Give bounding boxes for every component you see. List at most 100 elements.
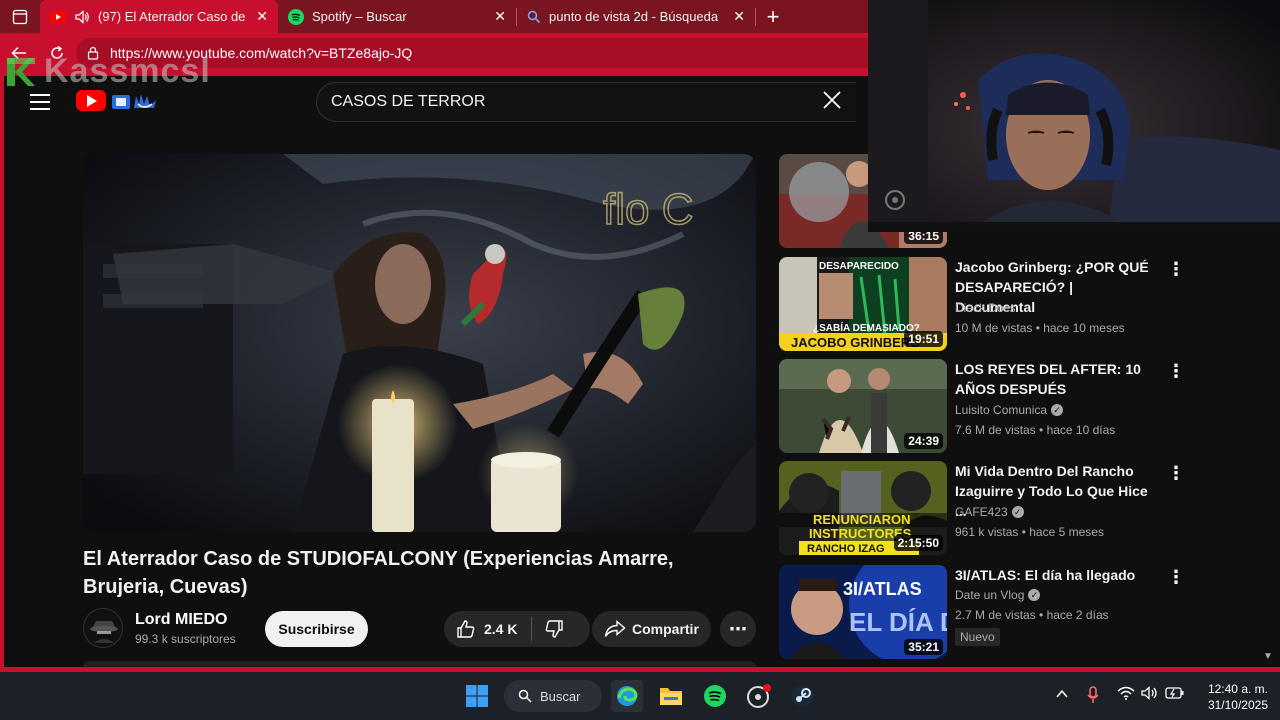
tab-actions-button[interactable] bbox=[0, 0, 40, 33]
verified-icon: ✓ bbox=[1011, 506, 1024, 518]
webcam-overlay bbox=[868, 0, 1280, 232]
video-thumbnail[interactable]: 24:39 bbox=[779, 359, 947, 453]
volume-icon[interactable] bbox=[1141, 686, 1159, 703]
more-vertical-icon[interactable]: ⋮ bbox=[1167, 567, 1185, 588]
tab-spotify[interactable]: Spotify – Buscar ✕ bbox=[278, 0, 516, 33]
video-thumbnail[interactable]: 3I/ATLAS EL DÍA D 35:21 bbox=[779, 565, 947, 659]
taskbar-file-explorer[interactable] bbox=[655, 680, 687, 712]
thumbs-up-icon bbox=[457, 620, 475, 638]
like-count: 2.4 K bbox=[484, 621, 518, 637]
taskbar-chat-app[interactable] bbox=[743, 680, 775, 712]
watermark-text: Kassmcsl bbox=[44, 52, 211, 90]
obs-icon bbox=[747, 684, 771, 708]
video-duration: 24:39 bbox=[904, 433, 943, 449]
video-duration: 19:51 bbox=[904, 331, 943, 347]
chevron-up-icon[interactable] bbox=[1056, 686, 1068, 702]
watermark-logo bbox=[7, 57, 35, 86]
search-icon bbox=[527, 10, 541, 23]
desktop-screen: { "browser": { "tabs": [ {"title": "(97)… bbox=[0, 0, 1280, 720]
thumbnail-text: RENUNCIARON bbox=[813, 512, 911, 527]
scroll-down-icon[interactable]: ▼ bbox=[1263, 651, 1273, 662]
youtube-icon bbox=[50, 10, 66, 23]
more-vertical-icon[interactable]: ⋮ bbox=[1167, 361, 1185, 382]
video-frame: flo C bbox=[83, 154, 756, 532]
taskbar-edge[interactable] bbox=[611, 680, 643, 712]
taskbar-search[interactable]: Buscar bbox=[504, 680, 602, 712]
recommendation-item[interactable]: 24:39 LOS REYES DEL AFTER: 10 AÑOS DESPU… bbox=[779, 359, 1199, 453]
speaker-icon[interactable] bbox=[74, 9, 90, 24]
recommendation-meta: 961 k vistas • hace 5 meses bbox=[955, 525, 1104, 539]
browser-frame-edge bbox=[0, 73, 4, 671]
recommendation-channel[interactable]: Dieck Docs bbox=[955, 301, 1016, 315]
tab-bing-search[interactable]: punto de vista 2d - Búsqueda ✕ bbox=[517, 0, 755, 33]
video-duration: 2:15:50 bbox=[893, 535, 943, 551]
youtube-play-icon bbox=[76, 90, 106, 111]
taskbar-spotify[interactable] bbox=[699, 680, 731, 712]
spotify-icon bbox=[288, 8, 304, 25]
more-vertical-icon[interactable]: ⋮ bbox=[1167, 259, 1185, 280]
share-icon bbox=[604, 620, 626, 637]
clear-search-icon[interactable] bbox=[822, 90, 842, 116]
recommendation-channel[interactable]: Date un Vlog ✓ bbox=[955, 588, 1041, 602]
new-tab-button[interactable]: + bbox=[756, 0, 790, 33]
share-button[interactable]: Compartir bbox=[592, 611, 711, 647]
channel-avatar[interactable] bbox=[83, 608, 123, 648]
recommendation-channel[interactable]: Luisito Comunica ✓ bbox=[955, 403, 1064, 417]
windows-taskbar: Buscar 12:40 a. m. 31/10/2025 bbox=[0, 672, 1280, 720]
clock-date: 31/10/2025 bbox=[1207, 698, 1268, 712]
new-badge: Nuevo bbox=[955, 628, 1000, 646]
like-dislike-group: 2.4 K bbox=[444, 611, 590, 647]
battery-icon[interactable] bbox=[1165, 686, 1185, 703]
taskbar-steam[interactable] bbox=[787, 680, 819, 712]
recommendation-item[interactable]: DESAPARECIDO ¿SABÍA DEMASIADO? JACOBO GRIN… bbox=[779, 257, 1199, 351]
more-vertical-icon[interactable]: ⋮ bbox=[1167, 463, 1185, 484]
more-horizontal-icon: ⋯ bbox=[729, 618, 747, 639]
tab-title: Spotify – Buscar bbox=[312, 9, 407, 24]
recommendation-item[interactable]: 3I/ATLAS EL DÍA D 35:21 3I/ATLAS: El día … bbox=[779, 565, 1199, 659]
tab-youtube[interactable]: (97) El Aterrador Caso de STUDIOFALCONY … bbox=[40, 0, 278, 33]
microphone-icon[interactable] bbox=[1087, 686, 1099, 707]
subscribe-button[interactable]: Suscribirse bbox=[265, 611, 368, 647]
tab-close-icon[interactable]: ✕ bbox=[494, 8, 506, 25]
thumbnail-text: RANCHO IZAG bbox=[807, 543, 885, 555]
youtube-logo[interactable] bbox=[76, 90, 162, 111]
thumbnail-text: EL DÍA D bbox=[849, 607, 947, 637]
video-duration: 35:21 bbox=[904, 639, 943, 655]
more-actions-button[interactable]: ⋯ bbox=[720, 611, 756, 647]
youtube-doodle-icon bbox=[110, 91, 162, 111]
steam-icon bbox=[792, 685, 814, 707]
channel-name: Dieck Docs bbox=[955, 301, 1016, 315]
video-player[interactable]: flo C bbox=[83, 154, 756, 532]
video-thumbnail[interactable]: DESAPARECIDO ¿SABÍA DEMASIADO? JACOBO GRIN… bbox=[779, 257, 947, 351]
recommendation-meta: 7.6 M de vistas • hace 10 días bbox=[955, 423, 1116, 437]
tab-close-icon[interactable]: ✕ bbox=[733, 8, 745, 25]
recommendation-title[interactable]: LOS REYES DEL AFTER: 10 AÑOS DESPUÉS bbox=[955, 359, 1155, 399]
thumbnail-text: JACOBO GRINBERG bbox=[791, 335, 920, 350]
dislike-button[interactable] bbox=[532, 619, 564, 639]
streamer-watermark: Kassmcsl bbox=[6, 52, 211, 91]
recommendation-title[interactable]: 3I/ATLAS: El día ha llegado bbox=[955, 565, 1155, 585]
clock-time: 12:40 a. m. bbox=[1207, 682, 1268, 696]
channel-row: Lord MIEDO 99.3 k suscriptores Suscribir… bbox=[83, 608, 756, 650]
recommendation-channel[interactable]: GAFE423 ✓ bbox=[955, 505, 1024, 519]
webcam-feed bbox=[868, 0, 1280, 232]
system-clock[interactable]: 12:40 a. m. 31/10/2025 bbox=[1196, 681, 1268, 713]
video-thumbnail[interactable]: RENUNCIARON INSTRUCTORES RANCHO IZAG 2:15:… bbox=[779, 461, 947, 555]
search-icon bbox=[518, 689, 532, 703]
channel-name: Date un Vlog bbox=[955, 588, 1025, 602]
folder-icon bbox=[660, 688, 682, 705]
windows-icon bbox=[466, 685, 488, 707]
tab-title: punto de vista 2d - Búsqueda bbox=[549, 9, 719, 24]
channel-name[interactable]: Lord MIEDO bbox=[135, 611, 227, 629]
like-button[interactable]: 2.4 K bbox=[444, 617, 533, 641]
channel-name: Luisito Comunica bbox=[955, 403, 1048, 417]
menu-icon[interactable] bbox=[30, 94, 50, 115]
thumbnail-text: DESAPARECIDO bbox=[819, 261, 899, 272]
recommendation-item[interactable]: RENUNCIARON INSTRUCTORES RANCHO IZAG 2:15:… bbox=[779, 461, 1199, 555]
search-query: CASOS DE TERROR bbox=[331, 93, 486, 110]
search-input[interactable]: CASOS DE TERROR bbox=[316, 82, 856, 122]
start-button[interactable] bbox=[461, 680, 493, 712]
tab-close-icon[interactable]: ✕ bbox=[256, 8, 268, 25]
wifi-icon[interactable] bbox=[1117, 686, 1135, 703]
subscriber-count: 99.3 k suscriptores bbox=[135, 632, 236, 646]
